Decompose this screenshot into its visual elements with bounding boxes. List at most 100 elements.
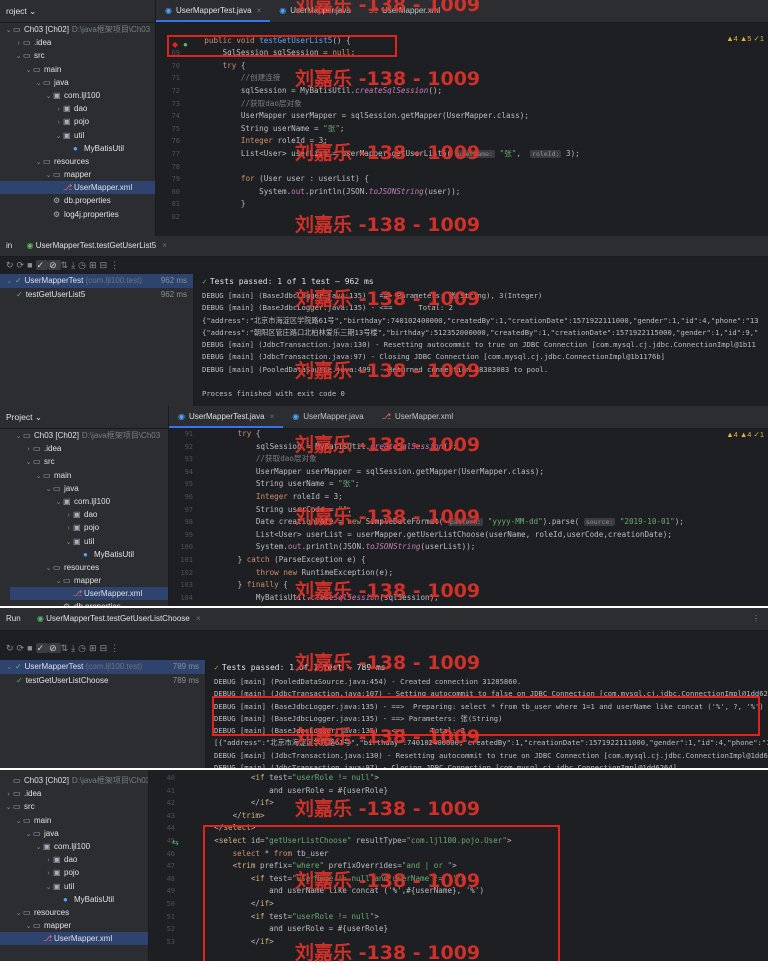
chevron-down-icon[interactable]: ⌄ (14, 815, 23, 828)
rerun-failed-icon[interactable]: ⟳ (17, 260, 28, 270)
chevron-down-icon[interactable]: ⌄ (6, 276, 15, 285)
chevron-down-icon[interactable]: ⌄ (44, 483, 53, 496)
chevron-down-icon[interactable]: ⌄ (54, 496, 63, 509)
close-icon[interactable]: × (196, 614, 201, 623)
mapper-gutter-icon[interactable]: ⇆ (172, 838, 179, 847)
tree-item[interactable]: ⌄ ▣ com.ljl100 (10, 495, 168, 508)
project-tool-header[interactable]: Project ⌄ (0, 406, 168, 429)
chevron-down-icon[interactable]: ⌄ (34, 841, 43, 854)
chevron-down-icon[interactable]: ⌄ (44, 562, 53, 575)
chevron-down-icon[interactable]: ⌄ (24, 920, 33, 933)
tree-item[interactable]: ⎇ UserMapper.xml (0, 181, 155, 195)
chevron-down-icon[interactable]: ⌄ (14, 50, 23, 63)
test-row[interactable]: ✓ testGetUserListChoose 789 ms (0, 674, 205, 688)
tree-item[interactable]: › ▭ .idea (0, 787, 148, 800)
tree-item[interactable]: ⌄ ▭ mapper (10, 574, 168, 587)
tree-item[interactable]: ⌄ ▭ main (0, 63, 155, 76)
tree-item[interactable]: › ▣ dao (0, 102, 155, 115)
chevron-down-icon[interactable]: ⌄ (34, 470, 43, 483)
tree-item[interactable]: › ▣ dao (0, 853, 148, 866)
tree-item[interactable]: ⌄ ▣ util (0, 129, 155, 142)
history-icon[interactable]: ◷ (78, 260, 89, 270)
sort-icon[interactable]: ⇅ (61, 260, 72, 270)
stop-icon[interactable]: ■ (27, 643, 35, 653)
tree-item[interactable]: ⚙db.properties (10, 600, 168, 606)
tree-item[interactable]: ⌄ ▭ Ch03 [Ch02] D:\java框架项目\Ch03 (10, 429, 168, 442)
rerun-failed-icon[interactable]: ⟳ (17, 643, 28, 653)
tree-item[interactable]: ⌄ ▭ src (10, 455, 168, 468)
run-tab[interactable]: UserMapperTest.testGetUserListChoose (46, 614, 190, 623)
expand-icon[interactable]: ⊞ (89, 260, 100, 270)
chevron-down-icon[interactable]: ⌄ (24, 456, 33, 469)
chevron-down-icon[interactable]: ⌄ (6, 662, 15, 671)
chevron-right-icon[interactable]: › (54, 116, 63, 129)
tree-item[interactable]: ⌄ ▣ util (0, 880, 148, 893)
tree-item[interactable]: ⌄ ▭ java (10, 482, 168, 495)
chevron-down-icon[interactable]: ⌄ (44, 169, 53, 182)
history-icon[interactable]: ◷ (78, 643, 89, 653)
editor-tab[interactable]: ◉ UserMapperTest.java × (156, 0, 271, 22)
close-icon[interactable]: × (162, 241, 167, 250)
tree-item[interactable]: ⌄ ▣ util (10, 535, 168, 548)
tree-item[interactable]: ⌄ ▭ src (0, 49, 155, 62)
tree-item[interactable]: ⌄ ▭ java (0, 827, 148, 840)
tree-item[interactable]: ⚙db.properties (0, 194, 155, 207)
tree-item[interactable]: ⎇ UserMapper.xml (0, 932, 148, 946)
chevron-down-icon[interactable]: ⌄ (24, 828, 33, 841)
chevron-down-icon[interactable]: ⌄ (34, 156, 43, 169)
close-icon[interactable]: × (257, 6, 262, 15)
tree-item[interactable]: ⌄ ▭ main (0, 814, 148, 827)
chevron-down-icon[interactable]: ⌄ (4, 801, 13, 814)
collapse-icon[interactable]: ⊟ (100, 260, 111, 270)
tree-item[interactable]: ⌄ ▭ src (0, 800, 148, 813)
chevron-down-icon[interactable]: ⌄ (44, 881, 53, 894)
tree-item[interactable]: › ▣ pojo (0, 115, 155, 128)
show-passed-icon[interactable]: ✓ (35, 643, 49, 653)
chevron-down-icon[interactable]: ⌄ (44, 90, 53, 103)
tree-item[interactable]: ⌄ ▭ resources (0, 906, 148, 919)
tree-item[interactable]: › ▭ .idea (0, 36, 155, 49)
project-tool-header[interactable]: roject ⌄ (0, 0, 155, 23)
collapse-icon[interactable]: ⊟ (100, 643, 111, 653)
close-icon[interactable]: × (270, 412, 275, 421)
tree-item[interactable]: ⌄ ▭ java (0, 76, 155, 89)
editor-tab[interactable]: ◉ UserMapper.java (283, 406, 372, 428)
chevron-down-icon[interactable]: ⌄ (54, 575, 63, 588)
tree-item[interactable]: ⌄ ▭ main (10, 469, 168, 482)
chevron-down-icon[interactable]: ⌄ (54, 130, 63, 143)
more-icon[interactable]: ⋮ (110, 643, 122, 653)
tree-item[interactable]: ● MyBatisUtil (10, 548, 168, 561)
expand-icon[interactable]: ⊞ (89, 643, 100, 653)
chevron-down-icon[interactable]: ⌄ (34, 77, 43, 90)
test-row[interactable]: ⌄ ✓ UserMapperTest (com.ljl100.test) 789 m… (0, 660, 205, 674)
tree-item[interactable]: › ▭ .idea (10, 442, 168, 455)
tree-item[interactable]: ⌄ ▭ mapper (0, 919, 148, 932)
tree-item[interactable]: ● MyBatisUtil (0, 142, 155, 155)
rerun-icon[interactable]: ↻ (6, 643, 17, 653)
more-icon[interactable]: ⋮ (110, 260, 122, 270)
test-row[interactable]: ✓ testGetUserList5 962 ms (0, 288, 193, 302)
tree-item[interactable]: ● MyBatisUtil (0, 893, 148, 906)
stop-icon[interactable]: ■ (27, 260, 35, 270)
tree-item[interactable]: ⌄ ▭ Ch03 [Ch02] D:\java框架项目\Ch03 (0, 23, 155, 36)
show-ignored-icon[interactable]: ⊘ (48, 643, 61, 653)
editor-tab[interactable]: ◉ UserMapperTest.java × (169, 406, 284, 428)
debug-gutter-icon[interactable]: ● (183, 40, 188, 49)
chevron-down-icon[interactable]: ⌄ (14, 907, 23, 920)
chevron-down-icon[interactable]: ⌄ (64, 536, 73, 549)
run-gutter-icon[interactable]: ◆ (172, 40, 178, 49)
tree-item[interactable]: ⌄ ▭ resources (10, 561, 168, 574)
rerun-icon[interactable]: ↻ (6, 260, 17, 270)
chevron-right-icon[interactable]: › (44, 867, 53, 880)
tree-item[interactable]: › ▣ pojo (0, 866, 148, 879)
chevron-down-icon[interactable]: ⌄ (14, 430, 23, 443)
chevron-right-icon[interactable]: › (64, 522, 73, 535)
tree-item[interactable]: › ▣ dao (10, 508, 168, 521)
show-ignored-icon[interactable]: ⊘ (48, 260, 61, 270)
tree-item[interactable]: ⌄ ▭ resources (0, 155, 155, 168)
code-editor[interactable]: try { sqlSession = MyBatisUtil.createSql… (201, 428, 768, 606)
tree-item[interactable]: ⎇ UserMapper.xml (10, 587, 168, 601)
tree-item[interactable]: ⌄ ▭ mapper (0, 168, 155, 181)
show-passed-icon[interactable]: ✓ (35, 260, 49, 270)
sort-icon[interactable]: ⇅ (61, 643, 72, 653)
